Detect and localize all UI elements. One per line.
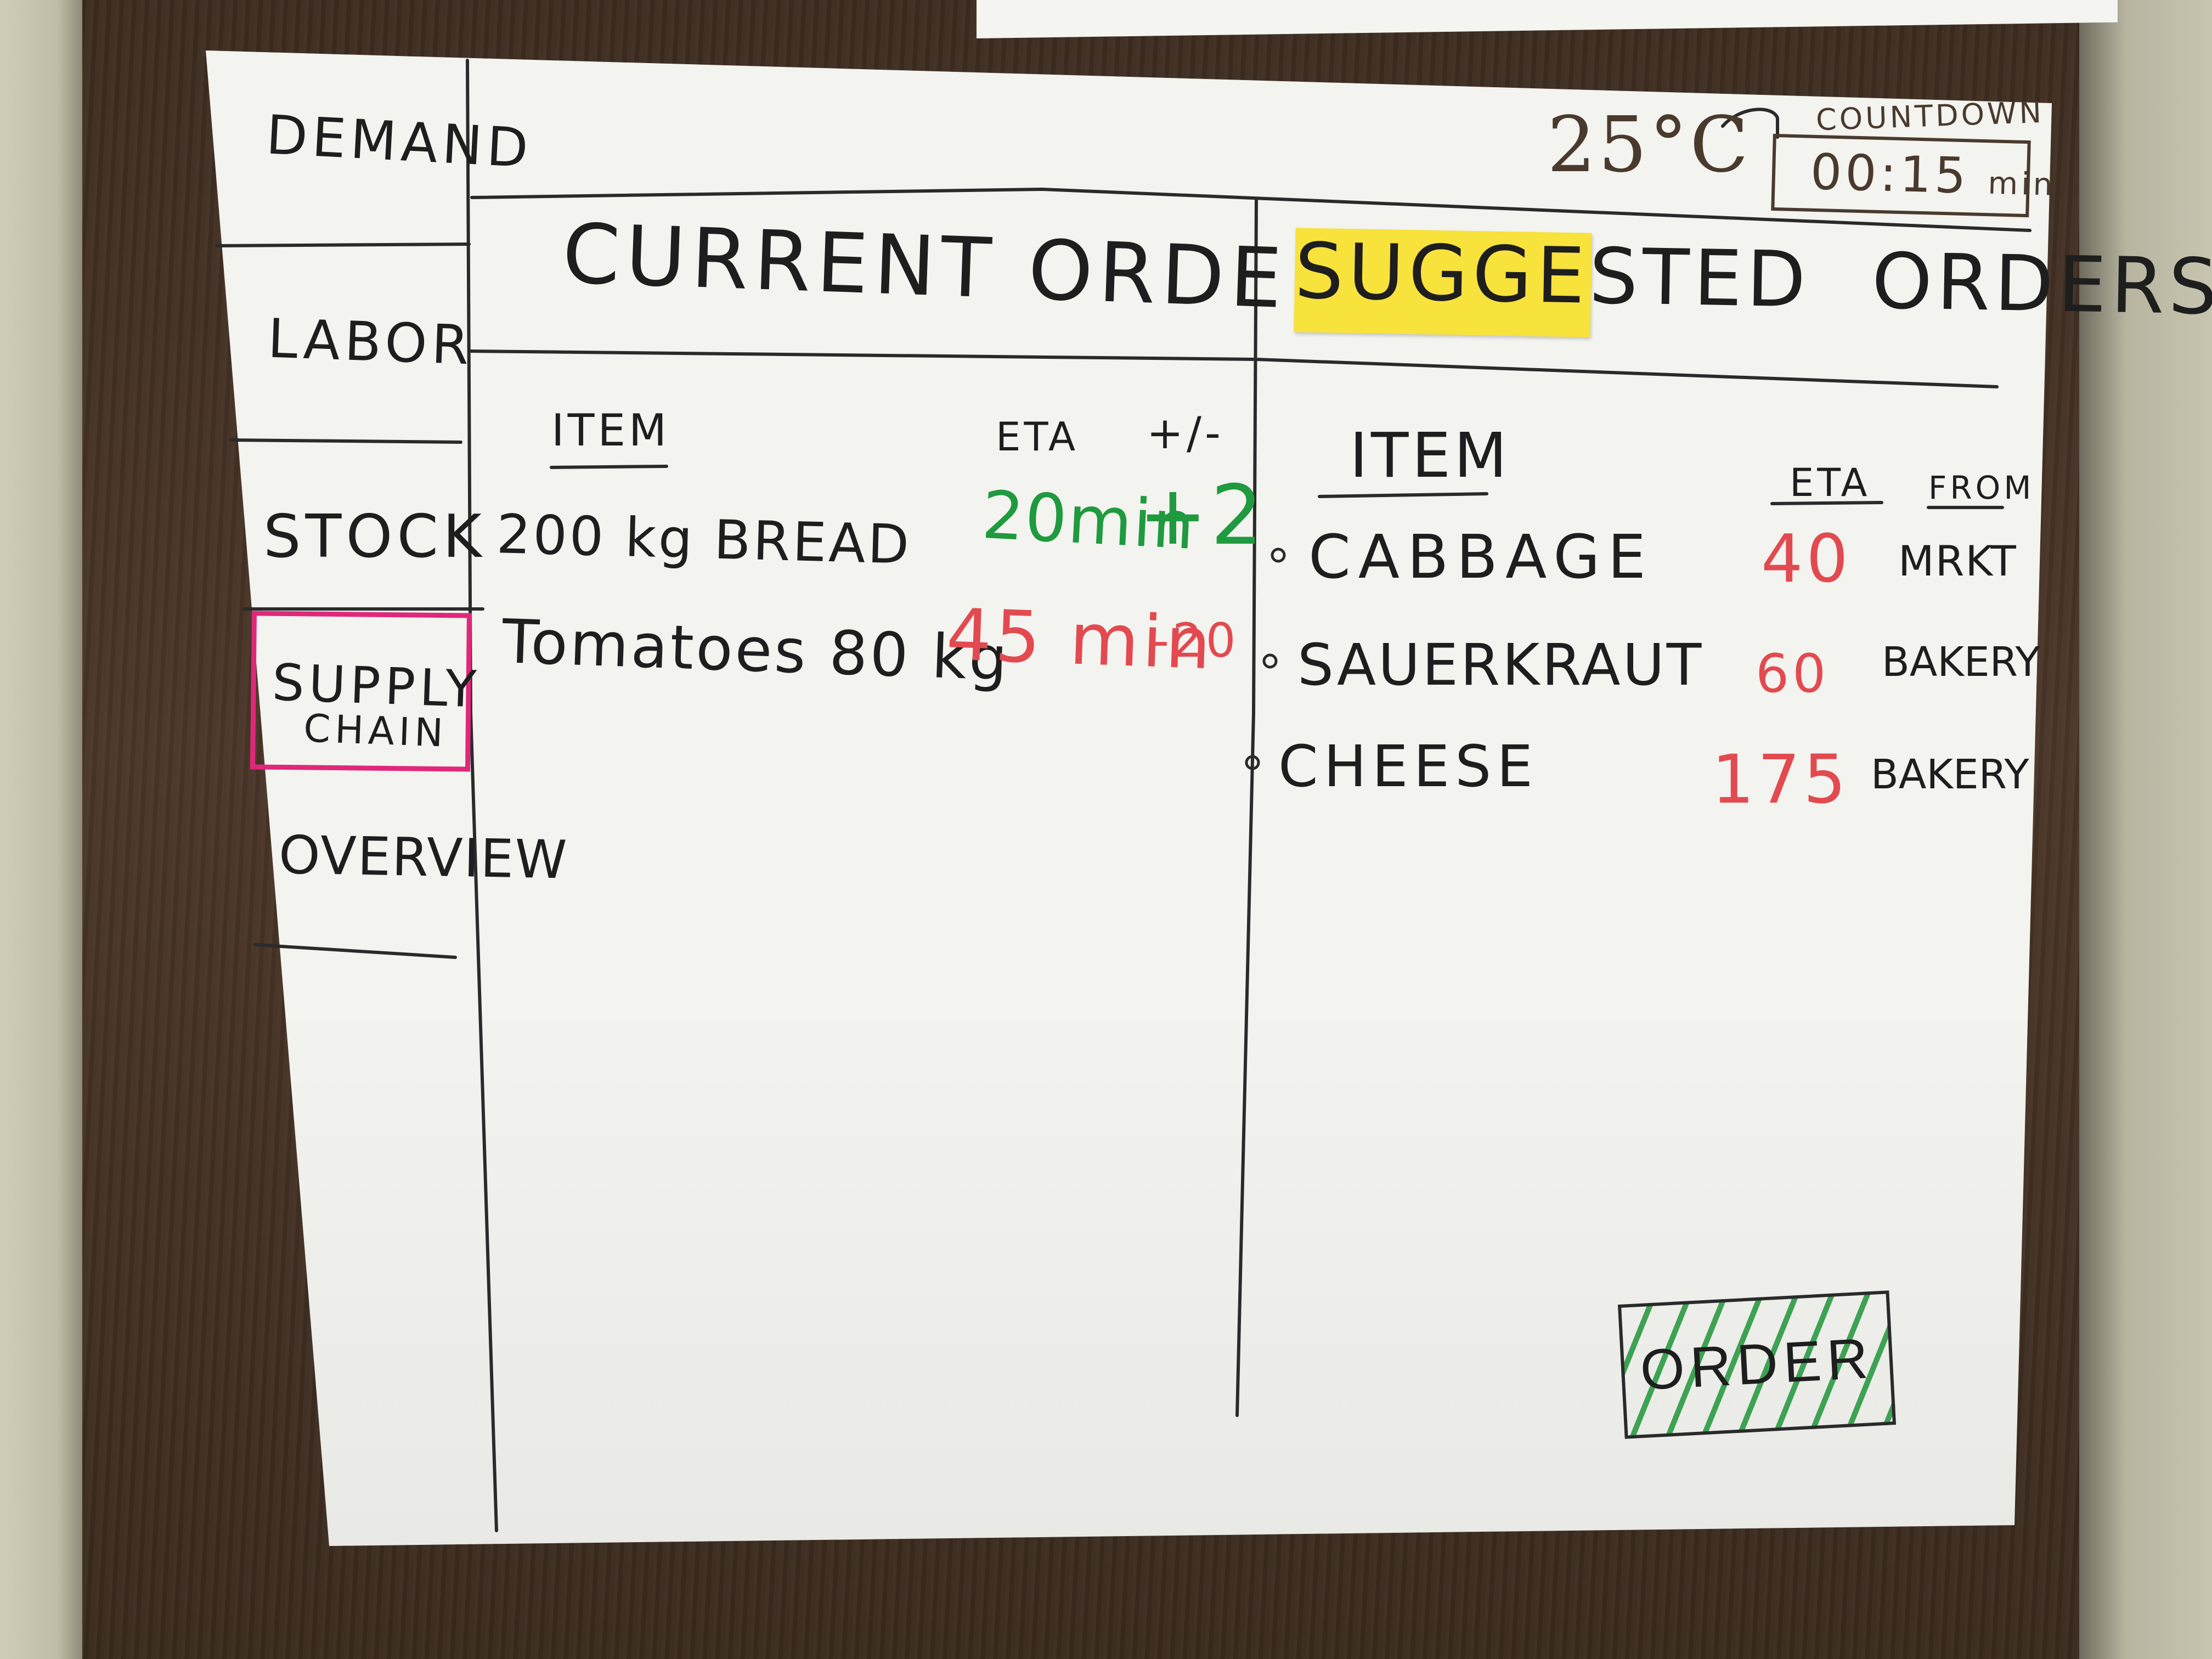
sidebar-item-label-line1: SUPPLY xyxy=(271,653,482,719)
title-underline xyxy=(469,349,1999,388)
photo-scene: DEMAND LABOR STOCK SUPPLY CHAIN OVERVIEW… xyxy=(0,0,2212,1659)
current-row-item: 200 kg BREAD xyxy=(495,503,912,577)
suggested-item-underline xyxy=(1318,492,1488,498)
sidebar-item-label: STOCK xyxy=(263,503,486,571)
sidebar-separator-2 xyxy=(229,438,462,444)
order-button-label: ORDER xyxy=(1638,1326,1875,1403)
sidebar-item-stock[interactable]: STOCK xyxy=(263,507,486,567)
sidebar-divider-line xyxy=(466,59,498,1532)
suggested-row-eta: 60 xyxy=(1756,643,1830,704)
current-row-delta: +2 xyxy=(1138,468,1267,563)
suggested-title-rest: ORDERS xyxy=(1871,236,2212,332)
sidebar-item-label: LABOR xyxy=(267,307,475,377)
suggested-orders-title: SUGGESTED ORDERS xyxy=(1294,227,2212,332)
column-divider-line xyxy=(1235,199,1258,1417)
suggested-row-from: BAKERY xyxy=(1871,751,2029,798)
countdown-value-text: 00:15 min xyxy=(1810,143,2057,205)
sidebar-separator-1 xyxy=(215,242,471,247)
countdown-label: COUNTDOWN xyxy=(1815,94,2045,138)
current-col-eta: ETA xyxy=(996,414,1079,460)
current-col-delta: +/- xyxy=(1147,408,1224,459)
countdown-value: 00:15 xyxy=(1809,143,1970,205)
sidebar-item-overview[interactable]: OVERVIEW xyxy=(278,824,568,890)
current-col-item: ITEM xyxy=(551,405,670,456)
suggested-row-item: SAUERKRAUT xyxy=(1297,631,1704,698)
suggested-col-item: ITEM xyxy=(1350,420,1510,492)
suggested-row-item: CABBAGE xyxy=(1308,522,1654,592)
suggested-col-from: FROM xyxy=(1928,469,2035,506)
order-button[interactable]: ORDER xyxy=(1617,1290,1897,1439)
suggested-row-from: BAKERY xyxy=(1882,639,2040,686)
temperature-readout: 25°C xyxy=(1547,107,1751,184)
temperature-value: 25°C xyxy=(1547,100,1751,190)
suggested-title-highlight: SUGGESTED xyxy=(1294,227,1811,325)
suggested-col-eta: ETA xyxy=(1790,460,1871,505)
suggested-row-eta: 40 xyxy=(1761,521,1852,597)
countdown-unit: min xyxy=(1987,165,2057,203)
current-row-delta: -20 xyxy=(1152,613,1239,668)
suggested-row-eta: 175 xyxy=(1712,741,1849,819)
bullet-cabbage xyxy=(1271,548,1286,563)
sidebar-separator-4 xyxy=(253,943,457,959)
suggested-row-item: CHEESE xyxy=(1278,733,1538,800)
sidebar-item-demand[interactable]: DEMAND xyxy=(264,104,534,180)
current-item-underline xyxy=(550,465,668,469)
suggested-row-from: MRKT xyxy=(1898,537,2017,585)
current-row-item: Tomatoes 80 kg xyxy=(501,606,1011,695)
bullet-sauerkraut xyxy=(1262,653,1278,669)
sidebar-item-label: OVERVIEW xyxy=(278,824,569,891)
sidebar-item-labor[interactable]: LABOR xyxy=(267,307,474,377)
sidebar-item-supply-chain[interactable]: SUPPLY CHAIN xyxy=(270,653,482,755)
